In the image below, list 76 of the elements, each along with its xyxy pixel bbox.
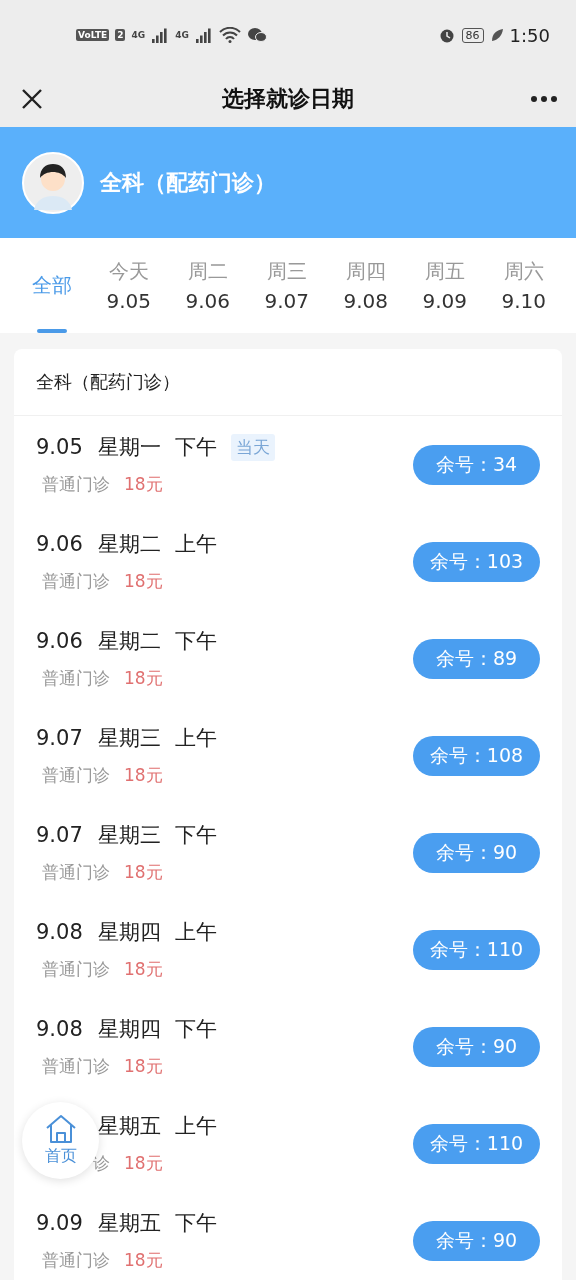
fee: 18元: [124, 861, 163, 884]
date-tab[interactable]: 周二 9.06: [175, 238, 240, 333]
remaining-button[interactable]: 余号：34: [413, 444, 540, 485]
clinic-type: 普通门诊: [42, 1250, 110, 1270]
clinic-type: 普通门诊: [42, 474, 110, 494]
wifi-icon: [218, 27, 241, 43]
slot-weekday: 星期四: [98, 919, 161, 946]
remaining-button[interactable]: 余号：103: [413, 541, 540, 582]
signal-icon: [151, 27, 170, 43]
slot-weekday: 星期三: [98, 822, 161, 849]
slot-weekday: 星期一: [98, 434, 161, 461]
network-label: 4G: [131, 30, 146, 40]
remaining-button[interactable]: 余号：90: [413, 832, 540, 873]
slot-date: 9.05: [36, 435, 83, 459]
slot-date: 9.06: [36, 629, 83, 653]
fee: 18元: [124, 570, 163, 593]
remaining-button[interactable]: 余号：90: [413, 1220, 540, 1261]
slot-date: 9.07: [36, 726, 83, 750]
fee: 18元: [124, 473, 163, 496]
signal-icon: [194, 27, 213, 43]
clinic-type: 普通门诊: [42, 862, 110, 882]
slot-date: 9.07: [36, 823, 83, 847]
date-tab[interactable]: 全部: [22, 238, 82, 333]
leaf-icon: [489, 28, 504, 42]
remaining-button[interactable]: 余号：108: [413, 735, 540, 776]
remaining-button[interactable]: 余号：110: [413, 929, 540, 970]
date-tab[interactable]: 周三 9.07: [254, 238, 319, 333]
slot-period: 下午: [175, 434, 217, 461]
date-tab[interactable]: 周四 9.08: [333, 238, 398, 333]
remaining-button[interactable]: 余号：90: [413, 1026, 540, 1067]
slot-period: 上午: [175, 531, 217, 558]
doctor-avatar: [22, 151, 84, 214]
remaining-button[interactable]: 余号：89: [413, 638, 540, 679]
more-icon: [530, 94, 558, 103]
date-tab[interactable]: 周六 9.10: [491, 238, 556, 333]
slot-weekday: 星期五: [98, 1113, 161, 1140]
clinic-type: 普通门诊: [42, 571, 110, 591]
slot-period: 下午: [175, 628, 217, 655]
date-tab[interactable]: 今天 9.05: [96, 238, 161, 333]
clinic-type: 普通门诊: [42, 668, 110, 688]
slot-weekday: 星期三: [98, 725, 161, 752]
clinic-type: 普通门诊: [42, 1056, 110, 1076]
slot-date: 9.06: [36, 532, 83, 556]
page-title: 选择就诊日期: [222, 84, 354, 113]
slot-period: 上午: [175, 725, 217, 752]
fee: 18元: [124, 667, 163, 690]
slot-weekday: 星期二: [98, 628, 161, 655]
network-label: 4G: [175, 30, 189, 40]
slot-period: 上午: [175, 1113, 217, 1140]
slot-date: 9.09: [36, 1211, 83, 1235]
fee: 18元: [124, 764, 163, 787]
slot-period: 下午: [175, 822, 217, 849]
volte-badge: VoLTE: [76, 29, 110, 41]
slot-weekday: 星期四: [98, 1016, 161, 1043]
chat-icon: [246, 27, 267, 43]
slot-date: 9.08: [36, 1017, 83, 1041]
fee: 18元: [124, 958, 163, 981]
battery-level: 86: [461, 27, 484, 43]
clock-time: 1:50: [509, 24, 550, 46]
card-title: 全科（配药门诊）: [14, 349, 562, 416]
fee: 18元: [124, 1055, 163, 1078]
department-name: 全科（配药门诊）: [100, 168, 276, 197]
slot-weekday: 星期二: [98, 531, 161, 558]
fee: 18元: [124, 1152, 163, 1175]
date-tab[interactable]: 周五 9.09: [412, 238, 477, 333]
slot-date: 9.08: [36, 920, 83, 944]
slot-period: 上午: [175, 919, 217, 946]
slot-period: 下午: [175, 1016, 217, 1043]
clinic-type: 普通门诊: [42, 959, 110, 979]
sim-badge: 2: [115, 29, 126, 41]
remaining-button[interactable]: 余号：110: [413, 1123, 540, 1164]
slot-period: 下午: [175, 1210, 217, 1237]
today-tag: 当天: [231, 433, 275, 461]
slot-weekday: 星期五: [98, 1210, 161, 1237]
fee: 18元: [124, 1249, 163, 1272]
clinic-type: 普通门诊: [42, 765, 110, 785]
